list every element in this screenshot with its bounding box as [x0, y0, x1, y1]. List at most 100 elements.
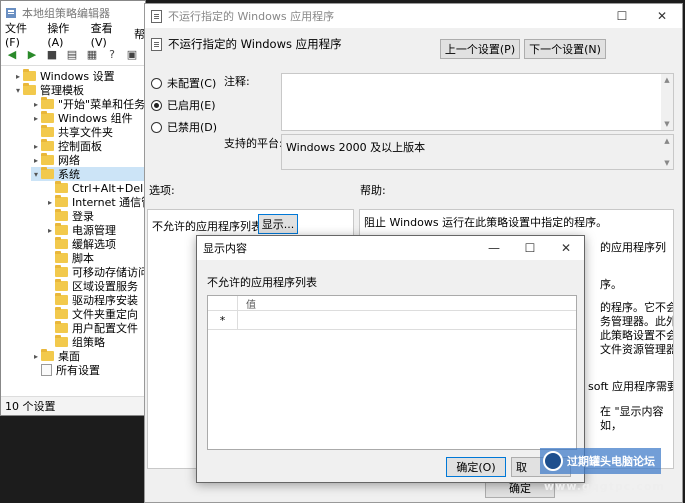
gpedit-app-icon	[6, 8, 16, 18]
radio-circle-selected	[151, 99, 162, 111]
gpedit-menubar: 文件(F) 操作(A) 查看(V) 帮	[1, 22, 145, 49]
help-line: soft 应用程序需要	[588, 380, 674, 393]
grid-new-row[interactable]: *	[208, 311, 576, 330]
tree-item-start-menu[interactable]: ▸ "开始"菜单和任务栏	[31, 97, 147, 111]
tree-item-folder-redirection[interactable]: 文件夹重定向	[45, 307, 138, 321]
new-row-marker: *	[208, 311, 238, 329]
chevron-right-icon[interactable]: ▸	[31, 142, 41, 151]
chevron-right-icon[interactable]: ▸	[45, 226, 55, 235]
folder-icon	[41, 349, 54, 361]
menu-view[interactable]: 查看(V)	[91, 20, 124, 49]
folder-icon	[55, 279, 68, 291]
folder-icon	[55, 195, 68, 207]
export-list-icon[interactable]: ▦	[85, 47, 99, 61]
properties-icon[interactable]: ▣	[125, 47, 139, 61]
policy-titlebar[interactable]: 不运行指定的 Windows 应用程序 ☐ ✕	[145, 4, 682, 28]
help-icon[interactable]: ?	[105, 47, 119, 61]
folder-icon	[41, 125, 54, 137]
folder-icon	[41, 139, 54, 151]
chevron-right-icon[interactable]: ▸	[31, 100, 41, 109]
policy-header: 不运行指定的 Windows 应用程序	[151, 36, 342, 52]
close-icon[interactable]: ✕	[642, 4, 682, 28]
next-setting-button[interactable]: 下一个设置(N)	[524, 39, 606, 59]
minimize-icon[interactable]: —	[476, 236, 512, 260]
help-line: 如，	[600, 419, 622, 432]
menu-file[interactable]: 文件(F)	[5, 20, 37, 49]
supported-value: Windows 2000 及以上版本	[286, 141, 426, 154]
value-grid: 值 *	[207, 295, 577, 450]
settings-page-icon	[41, 364, 52, 376]
ok-button[interactable]: 确定(O)	[446, 457, 506, 477]
grid-header: 值	[208, 296, 576, 311]
chevron-down-icon[interactable]: ▾	[13, 86, 23, 95]
tree-item-system[interactable]: ▾ 系统	[31, 167, 147, 181]
radio-enabled[interactable]: 已启用(E)	[151, 97, 216, 113]
value-column-header[interactable]: 值	[238, 296, 256, 311]
folder-icon	[41, 167, 54, 179]
back-arrow-icon[interactable]: ◀	[5, 47, 19, 61]
scroll-down-icon[interactable]: ▼	[661, 157, 673, 169]
scroll-up-icon[interactable]: ▲	[661, 74, 673, 86]
tree-item-windows-components[interactable]: ▸ Windows 组件	[31, 111, 133, 125]
radio-not-configured[interactable]: 未配置(C)	[151, 75, 216, 91]
status-text: 10 个设置	[5, 400, 56, 413]
value-cell[interactable]	[238, 311, 576, 329]
maximize-icon[interactable]: ☐	[512, 236, 548, 260]
supported-scrollbar[interactable]: ▲ ▼	[661, 135, 673, 169]
folder-icon	[41, 97, 54, 109]
watermark-logo-icon	[543, 451, 563, 471]
tree-item-all-settings[interactable]: 所有设置	[31, 363, 100, 377]
tree-item-control-panel[interactable]: ▸ 控制面板	[31, 139, 102, 153]
show-title: 显示内容	[203, 242, 247, 255]
chevron-right-icon[interactable]: ▸	[31, 352, 41, 361]
chevron-right-icon[interactable]: ▸	[31, 114, 41, 123]
tree-item-scripts[interactable]: 脚本	[45, 251, 94, 265]
gpedit-statusbar: 10 个设置	[1, 396, 149, 415]
tree-item-admin-templates[interactable]: ▾ 管理模板	[13, 83, 84, 97]
maximize-icon[interactable]: ☐	[602, 4, 642, 28]
forward-arrow-icon[interactable]: ▶	[25, 47, 39, 61]
tree-item-group-policy[interactable]: 组策略	[45, 335, 105, 349]
chevron-down-icon[interactable]: ▾	[31, 170, 41, 179]
folder-icon	[55, 293, 68, 305]
close-icon[interactable]: ✕	[548, 236, 584, 260]
comment-label: 注释:	[224, 75, 250, 88]
tree-item-locale-services[interactable]: 区域设置服务	[45, 279, 138, 293]
tree-item-shared-folders[interactable]: 共享文件夹	[31, 125, 113, 139]
show-titlebar[interactable]: 显示内容 — ☐ ✕	[197, 236, 584, 260]
show-hide-tree-icon[interactable]: ▤	[65, 47, 79, 61]
folder-icon	[23, 83, 36, 95]
folder-icon	[55, 223, 68, 235]
tree-item-windows-settings[interactable]: ▸ Windows 设置	[13, 69, 115, 83]
menu-action[interactable]: 操作(A)	[47, 20, 80, 49]
comment-textarea[interactable]: ▲ ▼	[281, 73, 674, 131]
chevron-right-icon[interactable]: ▸	[45, 198, 55, 207]
folder-icon	[55, 181, 68, 193]
tree-item-network[interactable]: ▸ 网络	[31, 153, 80, 167]
chevron-right-icon[interactable]: ▸	[13, 72, 23, 81]
policy-doc-icon	[151, 9, 162, 23]
tree-item-removable-storage[interactable]: 可移动存储访问	[45, 265, 147, 279]
tree-item-internet-comm[interactable]: ▸Internet 通信管理	[45, 195, 147, 209]
show-button[interactable]: 显示...	[258, 214, 298, 234]
tree-item-mitigation[interactable]: 缓解选项	[45, 237, 116, 251]
tree-item-power[interactable]: ▸ 电源管理	[45, 223, 116, 237]
tree-item-logon[interactable]: 登录	[45, 209, 94, 223]
up-folder-icon[interactable]: ■	[45, 47, 59, 61]
prev-setting-button[interactable]: 上一个设置(P)	[440, 39, 520, 59]
chevron-right-icon[interactable]: ▸	[31, 156, 41, 165]
folder-icon	[55, 307, 68, 319]
scroll-down-icon[interactable]: ▼	[661, 118, 673, 130]
policy-window-controls: ☐ ✕	[602, 4, 682, 28]
help-label: 帮助:	[360, 184, 386, 197]
tree-item-driver-install[interactable]: 驱动程序安装	[45, 293, 138, 307]
tree-item-user-profiles[interactable]: 用户配置文件	[45, 321, 138, 335]
radio-circle	[151, 121, 162, 133]
scroll-up-icon[interactable]: ▲	[661, 135, 673, 147]
folder-icon	[41, 111, 54, 123]
comment-scrollbar[interactable]: ▲ ▼	[661, 74, 673, 130]
radio-disabled[interactable]: 已禁用(D)	[151, 119, 217, 135]
supported-platforms-box: Windows 2000 及以上版本 ▲ ▼	[281, 134, 674, 170]
tree-item-desktop[interactable]: ▸ 桌面	[31, 349, 80, 363]
tree-item-ctrl-alt-del[interactable]: Ctrl+Alt+Del 选项	[45, 181, 147, 195]
